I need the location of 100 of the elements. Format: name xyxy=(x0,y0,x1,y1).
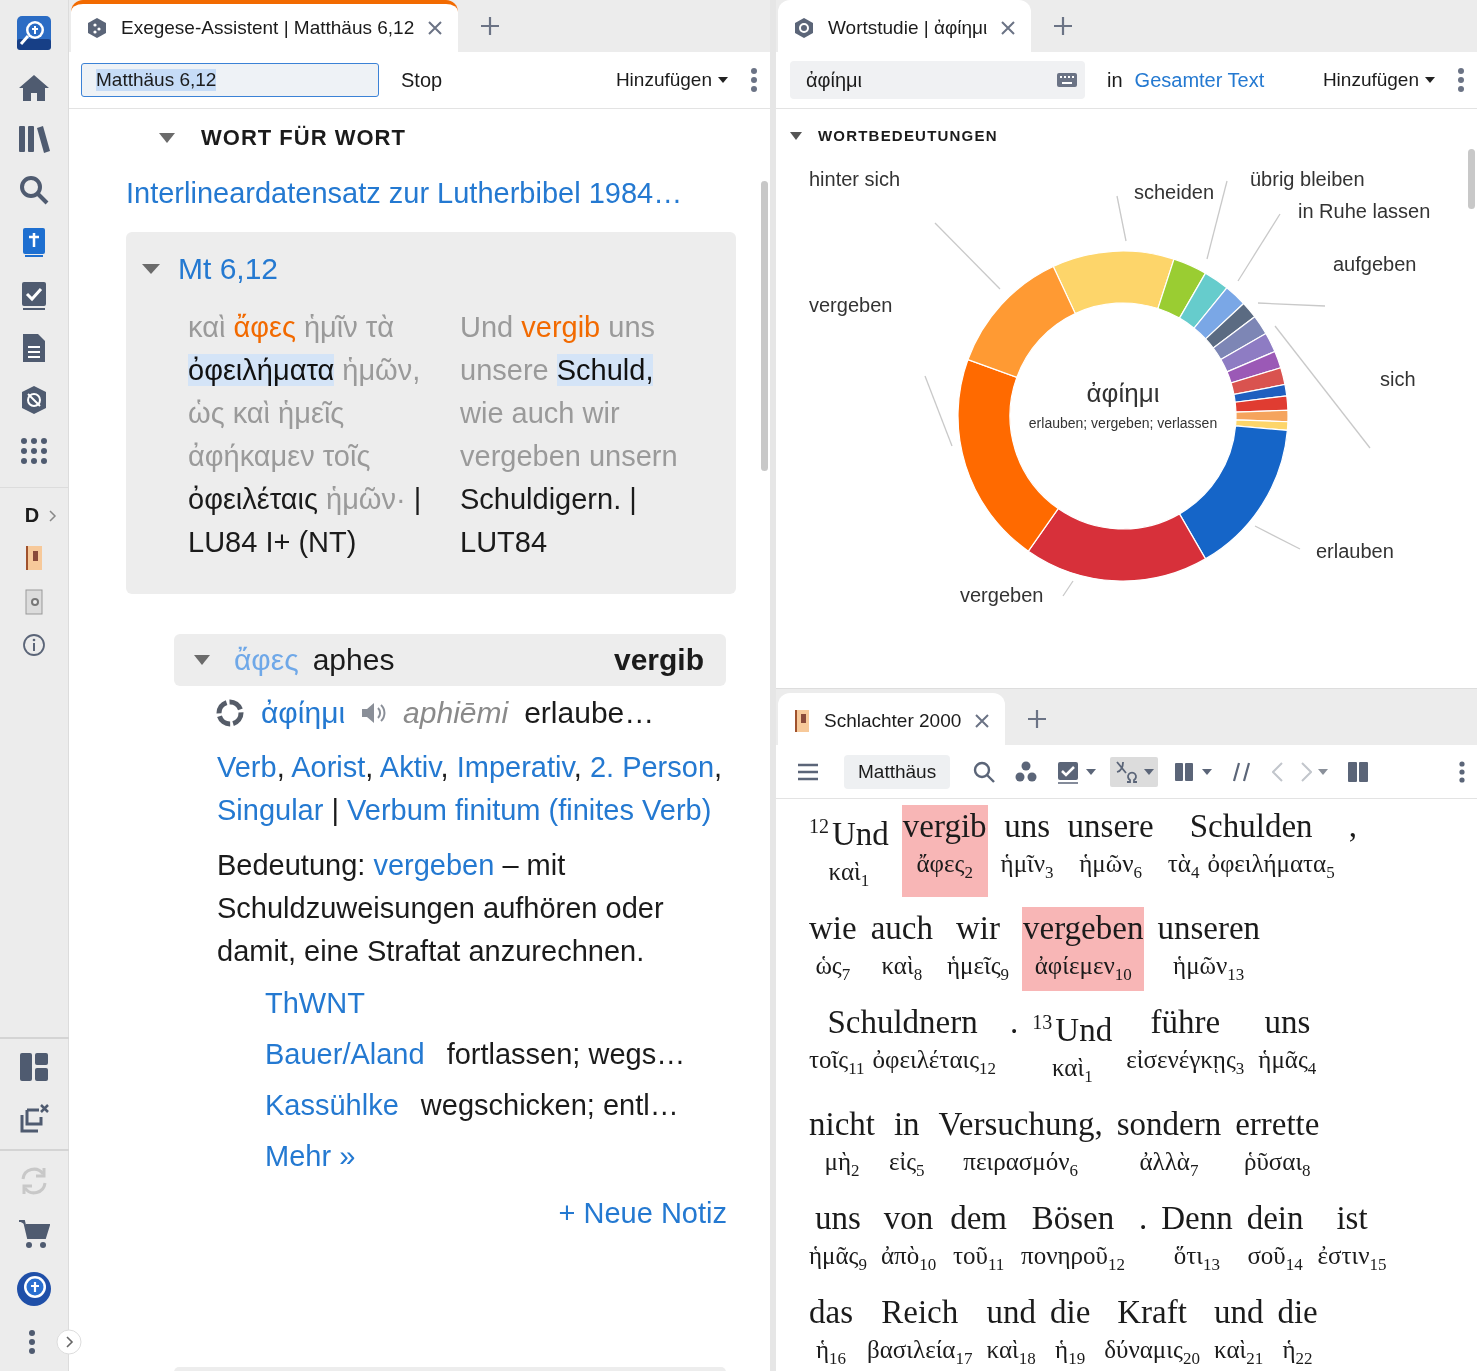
chart-slice[interactable] xyxy=(1234,395,1289,413)
new-note-link[interactable]: + Neue Notiz xyxy=(558,1197,727,1230)
german-word[interactable]: die xyxy=(1277,1291,1318,1333)
book-field[interactable]: Matthäus xyxy=(844,754,951,789)
close-icon[interactable] xyxy=(975,714,990,728)
greek-word[interactable]: ἡμεῖς$_{9}$ xyxy=(946,949,1010,992)
greek-word[interactable]: ὅτι$_{13}$ xyxy=(1173,1239,1221,1282)
greek-word[interactable]: ἡ$_{19}$ xyxy=(1055,1333,1086,1371)
german-word[interactable]: . xyxy=(1010,1001,1019,1043)
more-icon[interactable] xyxy=(750,67,758,93)
greek-word[interactable]: πονηροῦ$_{12}$ xyxy=(1021,1239,1125,1282)
greek-word[interactable]: μὴ$_{2}$ xyxy=(824,1145,860,1188)
expand-button[interactable] xyxy=(56,1329,82,1355)
greek-word[interactable]: ἡ$_{22}$ xyxy=(1282,1333,1313,1371)
greek-word[interactable]: βασιλεία$_{17}$ xyxy=(867,1333,973,1371)
german-word[interactable]: auch xyxy=(870,907,933,949)
german-word[interactable]: nicht xyxy=(809,1103,875,1145)
german-word[interactable]: , xyxy=(1348,805,1357,847)
german-word[interactable]: $^{13}$Und xyxy=(1032,1001,1113,1051)
home-icon[interactable] xyxy=(18,73,50,103)
plus-icon[interactable] xyxy=(1053,16,1074,36)
german-word[interactable]: unseren xyxy=(1157,907,1261,949)
greek-word[interactable]: ἐστιν$_{15}$ xyxy=(1317,1239,1387,1282)
chart-slice[interactable] xyxy=(1193,287,1245,340)
close-icon[interactable] xyxy=(428,21,443,35)
speaker-icon[interactable] xyxy=(361,702,388,724)
search-icon[interactable] xyxy=(19,175,49,205)
german-word[interactable]: . xyxy=(1138,1197,1148,1239)
german-word[interactable]: wir xyxy=(956,907,1000,949)
german-word[interactable]: sondern xyxy=(1116,1103,1222,1145)
chart-slice[interactable] xyxy=(1027,507,1207,582)
german-word[interactable]: die xyxy=(1049,1291,1091,1333)
chart-slice[interactable] xyxy=(1205,302,1256,349)
app-logo-icon[interactable] xyxy=(16,15,52,51)
greek-word[interactable]: ὀφειλήματα$_{5}$ xyxy=(1207,847,1335,890)
greek-word[interactable]: σοῦ$_{14}$ xyxy=(1247,1239,1303,1282)
bible-icon[interactable] xyxy=(22,227,46,259)
german-word[interactable]: Bösen xyxy=(1031,1197,1115,1239)
greek-word[interactable]: ὀφειλέταις$_{12}$ xyxy=(872,1043,997,1086)
greek-word[interactable]: καὶ$_{18}$ xyxy=(986,1333,1036,1371)
greek-word[interactable]: ἡμῶν$_{13}$ xyxy=(1173,949,1245,992)
stop-button[interactable]: Stop xyxy=(401,68,443,92)
parsing-link[interactable]: 2. Person xyxy=(589,751,715,783)
german-word[interactable]: Kraft xyxy=(1117,1291,1187,1333)
cart-icon[interactable] xyxy=(18,1219,50,1249)
parsing-link[interactable]: Aktiv xyxy=(379,751,441,783)
library-icon[interactable] xyxy=(18,125,50,153)
greek-word[interactable]: καὶ$_{21}$ xyxy=(1214,1333,1264,1371)
parsing-link[interactable]: Singular xyxy=(217,794,324,826)
more-icon[interactable] xyxy=(1457,67,1465,93)
greek-word[interactable]: ἀφίεμεν$_{10}$ xyxy=(1034,949,1132,992)
tab[interactable]: Exegese-Assistent | Matthäus 6,12 xyxy=(71,0,459,52)
german-word[interactable]: in xyxy=(893,1103,920,1145)
greek-word[interactable]: τοῦ$_{11}$ xyxy=(952,1239,1005,1282)
verse-reference-link[interactable]: Mt 6,12 xyxy=(178,252,279,286)
german-word[interactable]: uns xyxy=(815,1197,861,1239)
layout-icon[interactable] xyxy=(20,1053,48,1081)
document-icon[interactable] xyxy=(22,333,46,363)
greek-word[interactable]: εἰσενέγκῃς$_{3}$ xyxy=(1126,1043,1245,1086)
greek-word[interactable]: ἡμᾶς$_{9}$ xyxy=(809,1239,867,1282)
greek-word[interactable]: δύναμις$_{20}$ xyxy=(1104,1333,1200,1371)
meaning-link[interactable]: vergeben xyxy=(373,849,495,881)
chart-slice[interactable] xyxy=(1230,367,1286,396)
german-word[interactable]: wie xyxy=(809,907,857,949)
book-cover-icon[interactable] xyxy=(25,545,43,571)
lemma-link[interactable]: ἀφίημι xyxy=(261,696,346,730)
scope-link[interactable]: Gesamter Text xyxy=(1134,68,1265,92)
german-word[interactable]: errette xyxy=(1235,1103,1320,1145)
more-link[interactable]: Mehr » xyxy=(265,1140,727,1173)
greek-word[interactable]: καὶ$_{1}$ xyxy=(1051,1051,1093,1094)
collapse-triangle-icon[interactable] xyxy=(159,132,175,144)
book-cover-icon[interactable] xyxy=(25,589,43,615)
close-icon[interactable] xyxy=(1001,21,1016,35)
interlinear-button[interactable] xyxy=(1110,756,1159,787)
plus-icon[interactable] xyxy=(480,16,501,36)
german-word[interactable]: Schulden xyxy=(1189,805,1313,847)
collapse-triangle-icon[interactable] xyxy=(194,655,210,665)
lexicon-link[interactable]: ThWNT xyxy=(265,987,365,1020)
chart-slice[interactable] xyxy=(1220,332,1276,373)
collapse-triangle-icon[interactable] xyxy=(790,131,802,140)
parsing-link[interactable]: Imperativ xyxy=(456,751,574,783)
chart-slice[interactable] xyxy=(1235,409,1289,423)
reference-field[interactable]: Matthäus 6,12 xyxy=(81,63,379,97)
keyboard-icon[interactable] xyxy=(1057,73,1077,87)
german-word[interactable]: Versuchung, xyxy=(938,1103,1103,1145)
checklist-icon[interactable] xyxy=(21,281,47,311)
shield-icon[interactable] xyxy=(20,385,48,415)
apps-grid-icon[interactable] xyxy=(20,437,48,465)
german-word[interactable]: führe xyxy=(1150,1001,1221,1043)
lexicon-link[interactable]: Kassühlke xyxy=(265,1089,399,1122)
parsing-link[interactable]: Verb xyxy=(217,751,277,783)
german-word[interactable]: dein xyxy=(1246,1197,1304,1239)
add-dropdown[interactable]: Hinzufügen xyxy=(615,69,728,91)
close-windows-icon[interactable] xyxy=(18,1103,50,1135)
greek-word[interactable]: ἀλλὰ$_{7}$ xyxy=(1139,1145,1199,1188)
lexicon-link[interactable]: Bauer/Aland xyxy=(265,1038,425,1071)
german-word[interactable]: vergeben xyxy=(1023,907,1144,949)
german-word[interactable]: vergib xyxy=(902,805,987,847)
greek-word[interactable]: ῥῦσαι$_{8}$ xyxy=(1243,1145,1311,1188)
greek-word[interactable]: ἡμᾶς$_{4}$ xyxy=(1258,1043,1317,1086)
